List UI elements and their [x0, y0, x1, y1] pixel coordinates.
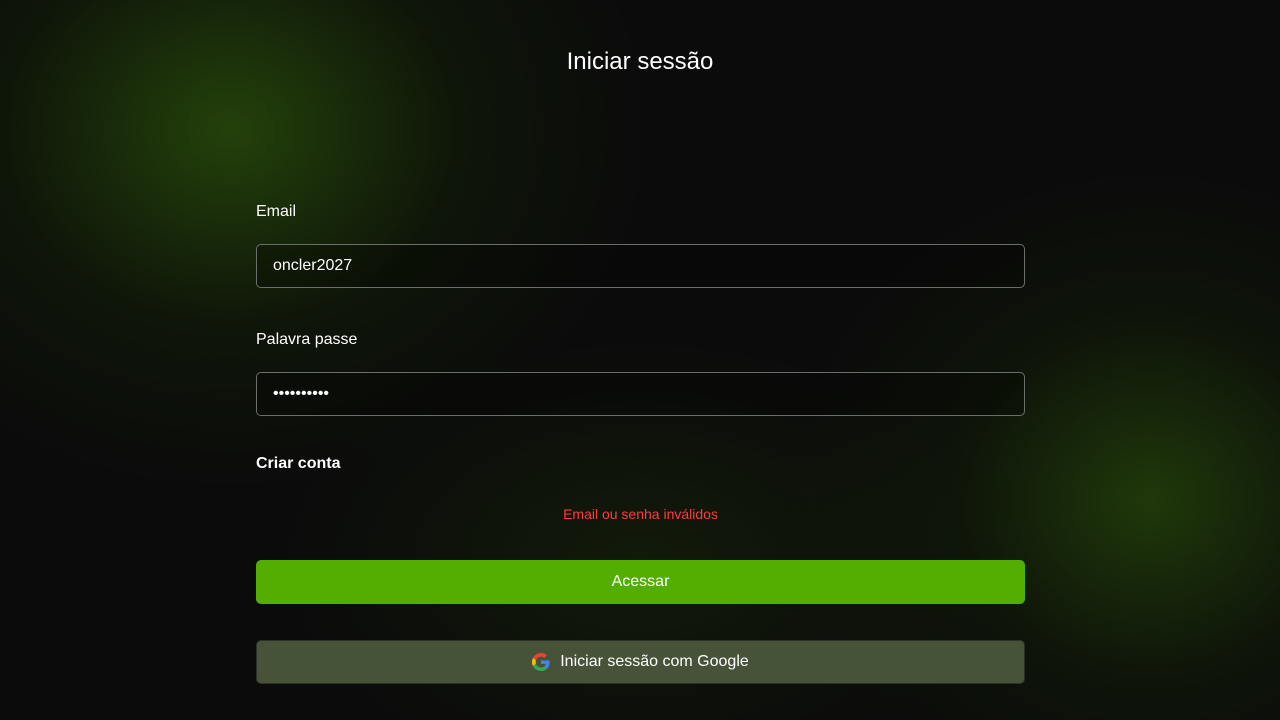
- create-account-link[interactable]: Criar conta: [256, 454, 340, 474]
- page-title: Iniciar sessão: [566, 48, 714, 75]
- password-input[interactable]: [256, 372, 1025, 416]
- google-icon: [532, 653, 550, 671]
- submit-button[interactable]: Acessar: [256, 560, 1025, 604]
- email-label: Email: [256, 203, 297, 220]
- email-input[interactable]: [256, 244, 1025, 288]
- google-signin-button[interactable]: Iniciar sessão com Google: [256, 640, 1025, 684]
- google-signin-label: Iniciar sessão com Google: [560, 653, 749, 670]
- password-label: Palavra passe: [256, 331, 358, 348]
- error-message: Email ou senha inválidos: [563, 506, 718, 522]
